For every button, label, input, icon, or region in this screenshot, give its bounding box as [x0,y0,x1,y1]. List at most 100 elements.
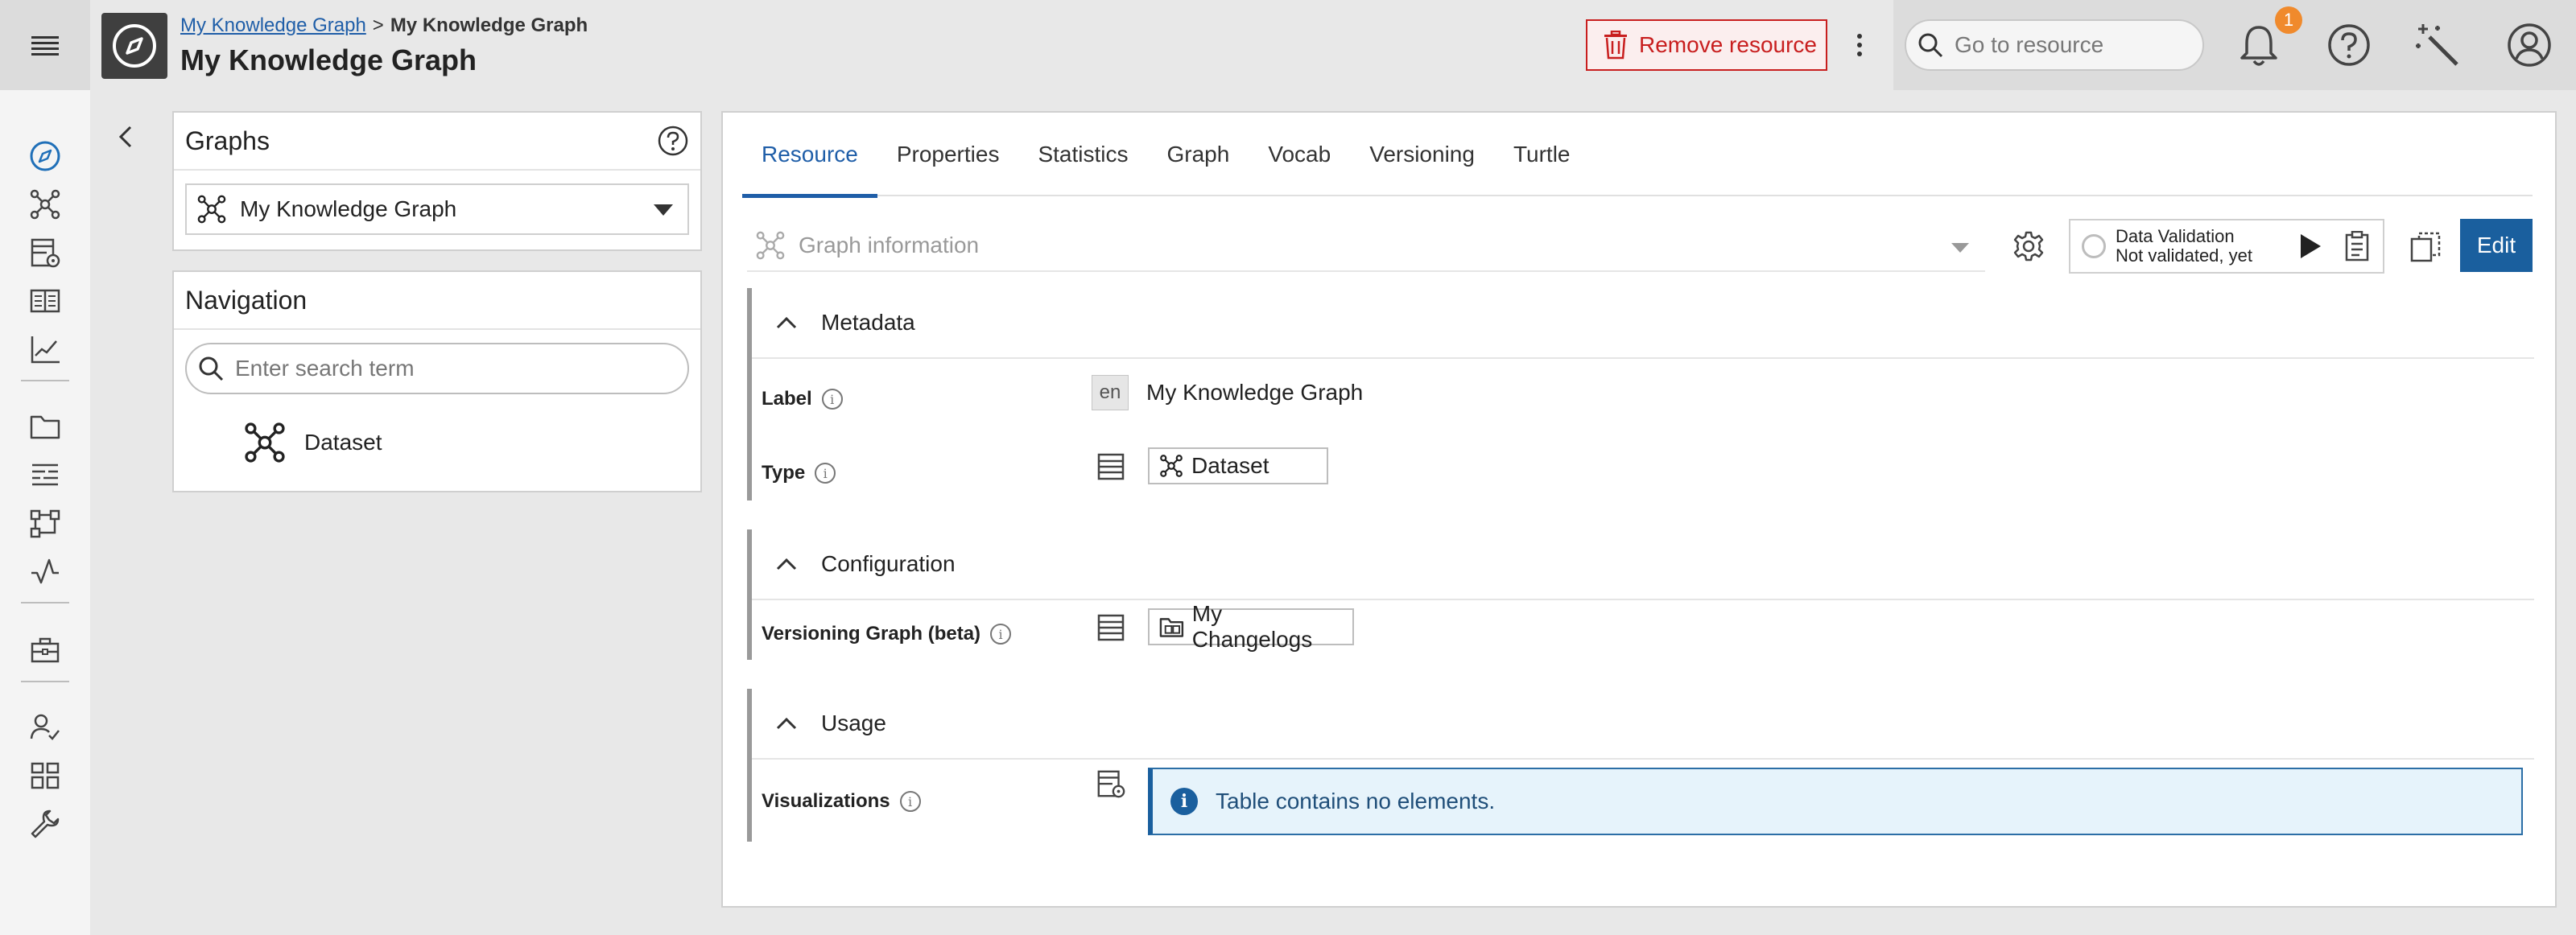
folder-versions-icon [1159,618,1184,637]
usage-section: Usage Visualizations i i Table contains … [747,689,2534,842]
rail-statistics[interactable] [24,328,66,370]
type-field-label: Type [762,462,806,484]
info-icon: i [1170,788,1198,815]
navigation-panel-title: Navigation [185,285,308,315]
view-select-placeholder: Graph information [799,233,980,257]
tab-resource[interactable]: Resource [742,113,877,198]
validation-status-indicator [2082,234,2106,258]
chevron-up-icon [776,316,797,329]
clipboard-icon [2345,231,2369,262]
trash-icon [1604,31,1627,60]
table-view-icon [31,238,60,268]
info-icon[interactable]: i [990,624,1012,645]
chevron-down-icon [1951,243,1969,253]
navigation-item-label: Dataset [304,430,382,455]
mapping-list-icon [32,463,58,486]
graphs-panel-header: Graphs [174,113,700,171]
go-to-resource-input[interactable] [1955,32,2180,58]
rail-knowledge-graph[interactable] [24,183,66,225]
navigation-item-dataset[interactable]: Dataset [243,418,382,467]
graphs-panel: Graphs My Knowledge Graph [172,111,702,251]
info-icon[interactable]: i [815,463,836,484]
tab-graph[interactable]: Graph [1148,113,1249,196]
dashboard-icon [31,762,60,789]
rail-mappings[interactable] [24,454,66,496]
rail-queries[interactable] [24,232,66,274]
metadata-section-header[interactable]: Metadata [752,288,2534,359]
chevron-down-icon [654,204,673,216]
edit-button[interactable]: Edit [2460,219,2533,272]
list-icon [1095,451,1127,483]
magic-wand-icon [2416,24,2458,66]
run-validation-button[interactable] [2294,230,2326,262]
list-icon [1095,612,1127,644]
wrench-icon [31,809,60,838]
tab-statistics[interactable]: Statistics [1018,113,1147,196]
rail-activity[interactable] [24,550,66,592]
breadcrumb-link[interactable]: My Knowledge Graph [180,14,366,36]
duplicate-resource-button[interactable] [2405,227,2446,267]
collapse-sidebar-button[interactable] [109,117,142,156]
breadcrumb-separator: > [372,14,384,36]
copy-icon [2410,232,2441,262]
left-rail [0,90,90,935]
magic-wand-button[interactable] [2413,21,2462,69]
user-icon [2508,23,2551,67]
graph-network-icon [756,231,785,260]
rail-workflows[interactable] [24,502,66,544]
kebab-dot [1857,43,1862,47]
tab-properties[interactable]: Properties [877,113,1019,196]
chevron-left-icon [118,126,132,148]
rail-user-management[interactable] [24,706,66,748]
help-icon [2328,24,2370,66]
configuration-section-header[interactable]: Configuration [752,529,2534,600]
view-select-dropdown[interactable]: Graph information [747,220,1985,272]
notification-badge: 1 [2275,6,2302,34]
type-value-chip[interactable]: Dataset [1148,447,1328,484]
help-button[interactable] [2325,21,2373,69]
rail-documents[interactable] [24,280,66,322]
validation-text: Data Validation Not validated, yet [2116,227,2252,266]
versioning-value-chip[interactable]: My Changelogs [1148,601,1354,652]
validation-report-button[interactable] [2341,229,2373,264]
type-value: Dataset [1191,453,1269,478]
page-title: My Knowledge Graph [180,43,477,76]
help-icon[interactable] [657,125,689,157]
workflow-icon [30,509,60,538]
go-to-resource-search[interactable] [1905,19,2204,71]
resource-tabs: Resource Properties Statistics Graph Voc… [742,113,2533,198]
activity-icon [31,558,59,584]
user-account-button[interactable] [2505,21,2553,69]
hamburger-icon [31,36,59,56]
remove-resource-button[interactable]: Remove resource [1586,19,1827,71]
view-settings-button[interactable] [2008,225,2050,267]
notifications-button[interactable] [2235,21,2283,69]
rail-divider [21,681,69,682]
info-icon[interactable]: i [899,791,921,812]
line-chart-icon [31,336,60,364]
rail-settings[interactable] [24,803,66,845]
tab-turtle[interactable]: Turtle [1494,113,1590,196]
validation-title: Data Validation [2116,226,2235,246]
book-icon [30,289,60,313]
rail-explore[interactable] [24,135,66,177]
table-view-icon [1097,770,1125,798]
rail-divider [21,380,69,381]
tab-versioning[interactable]: Versioning [1350,113,1494,196]
rail-admin[interactable] [24,629,66,671]
usage-section-header[interactable]: Usage [752,689,2534,760]
graph-select-dropdown[interactable]: My Knowledge Graph [185,183,689,235]
info-icon[interactable]: i [821,389,843,410]
breadcrumb-current: My Knowledge Graph [390,14,588,36]
metadata-section-title: Metadata [821,310,915,335]
rail-dashboards[interactable] [24,755,66,797]
navigation-search[interactable] [185,343,689,394]
rail-divider [21,602,69,603]
navigation-search-input[interactable] [235,356,670,381]
navigation-panel-header: Navigation [174,272,700,330]
menu-button[interactable] [0,0,90,90]
tab-vocab[interactable]: Vocab [1249,113,1350,196]
rail-files[interactable] [24,406,66,447]
kebab-dot [1857,51,1862,56]
more-options-button[interactable] [1843,24,1876,66]
